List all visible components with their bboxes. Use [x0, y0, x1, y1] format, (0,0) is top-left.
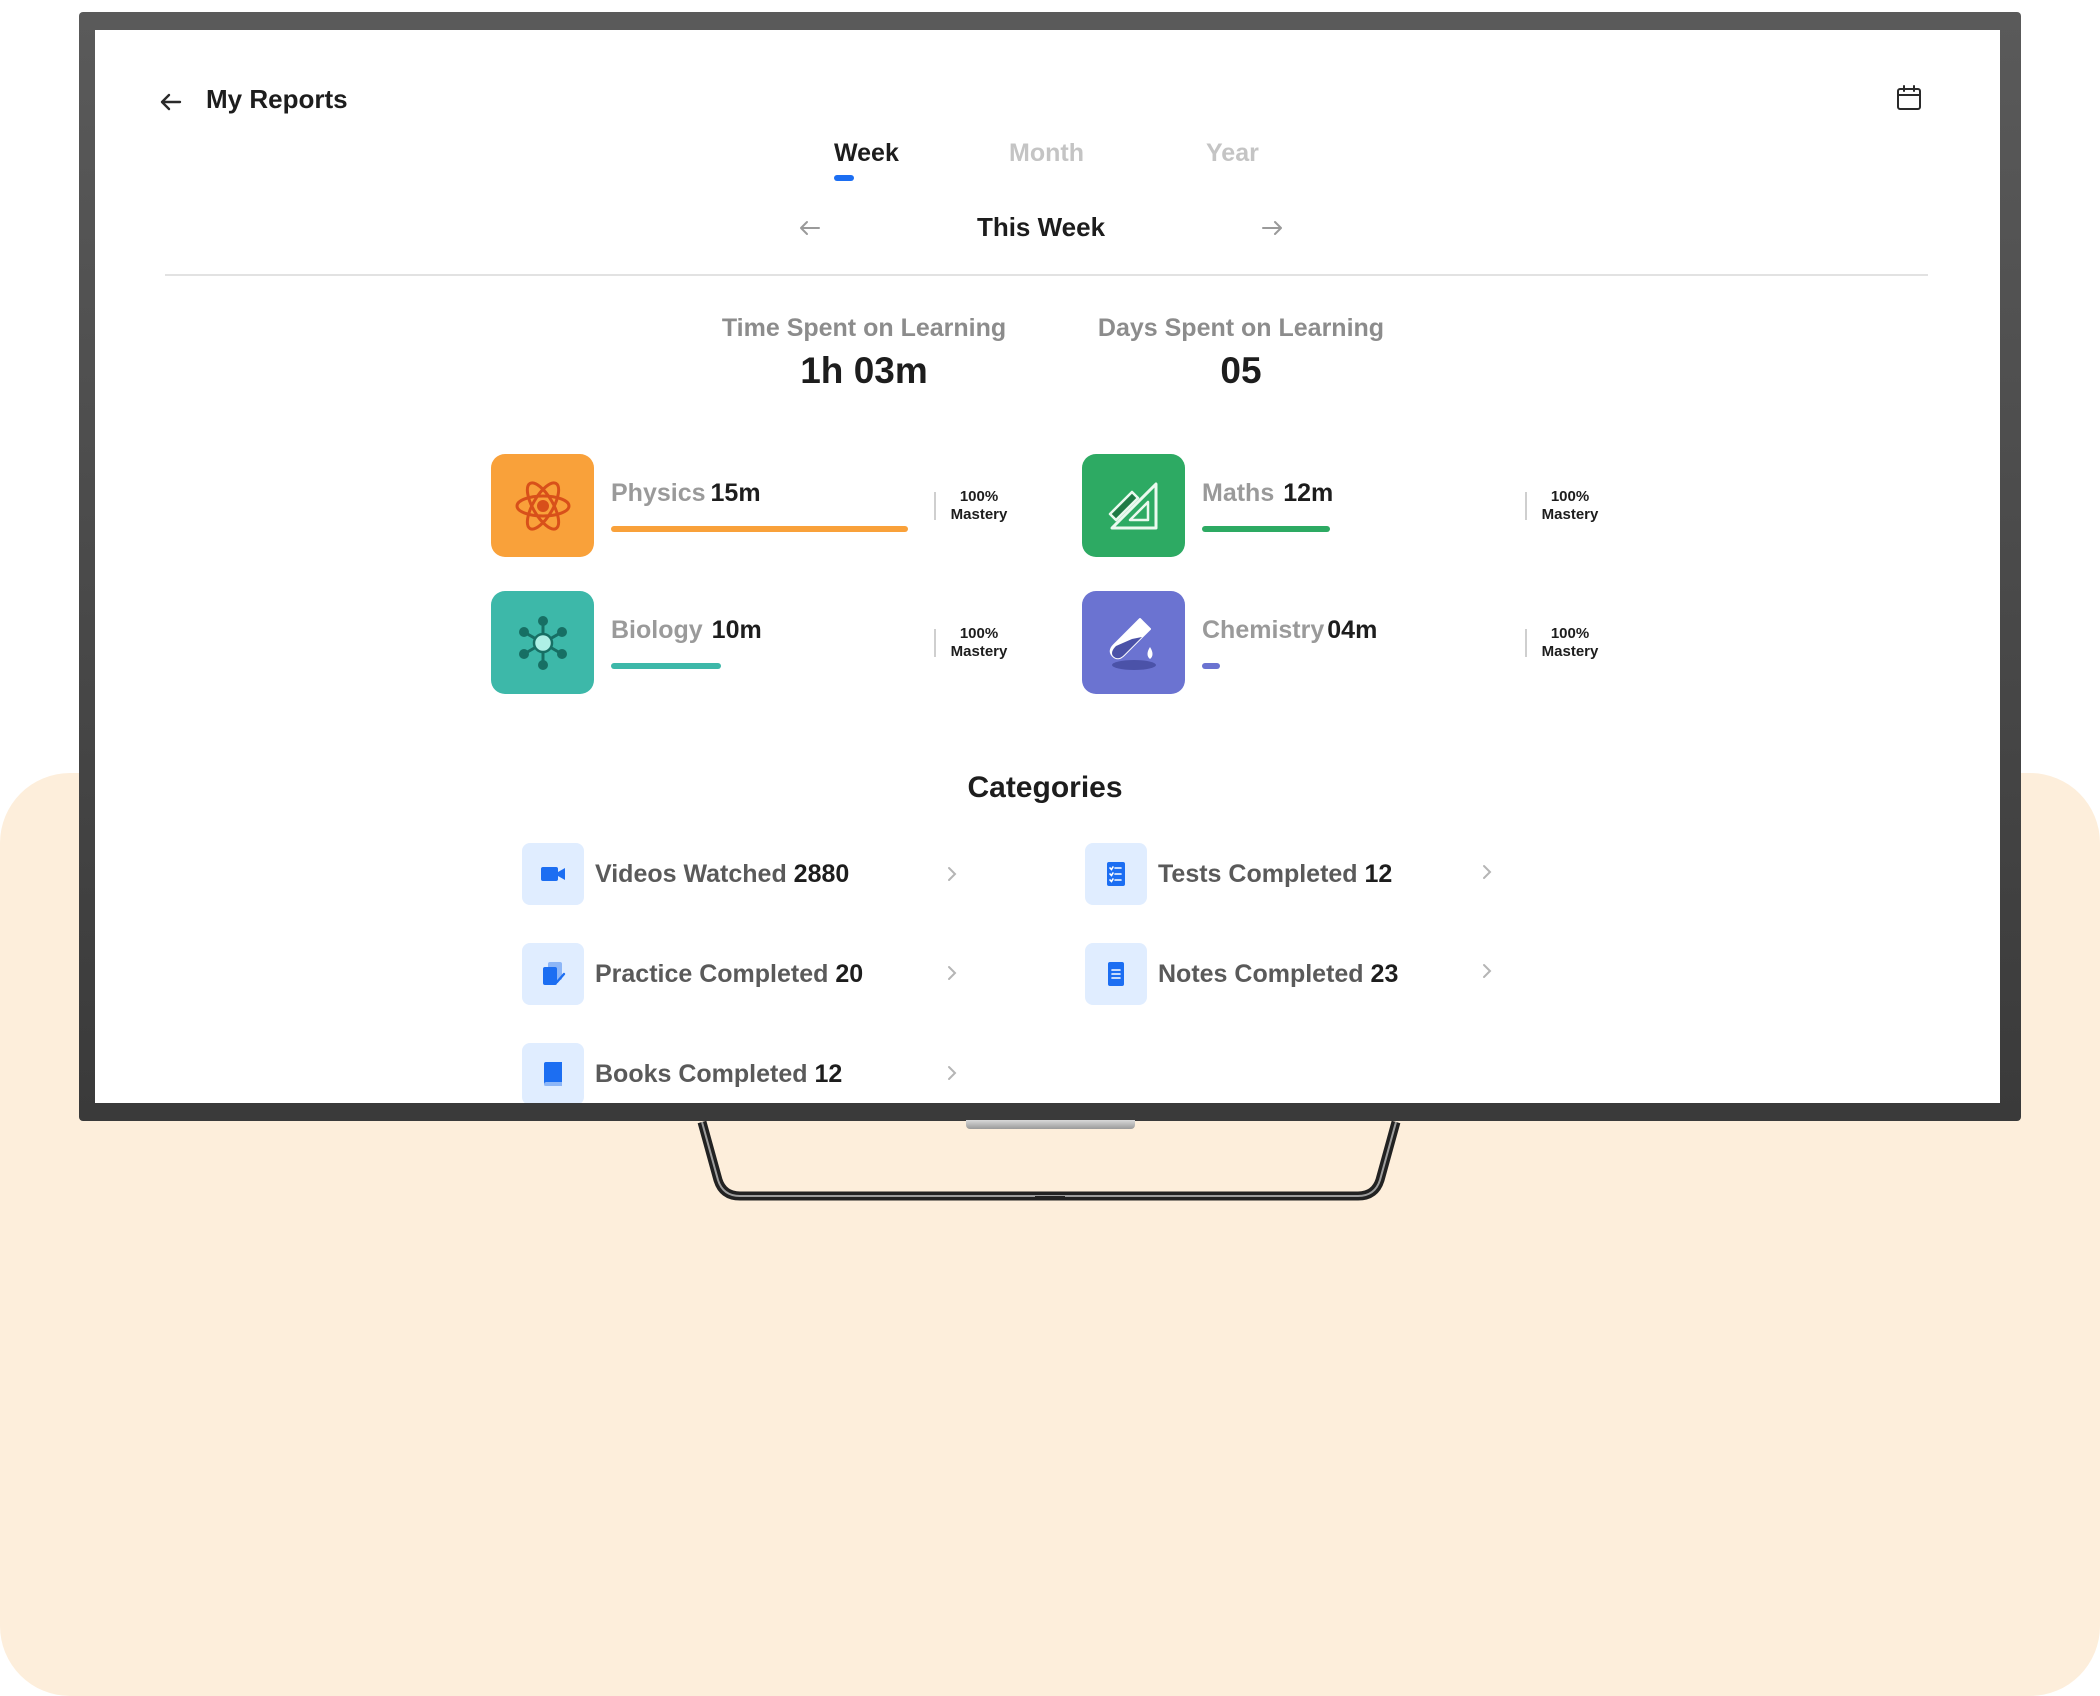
chevron-right-icon[interactable] — [945, 1063, 959, 1083]
video-camera-icon — [541, 867, 565, 881]
period-label: This Week — [976, 212, 1106, 242]
chevron-right-icon[interactable] — [1480, 961, 1494, 981]
category-label: Tests Completed 12 — [1158, 859, 1393, 888]
category-icon-box — [1085, 843, 1147, 905]
tv-stand — [697, 1120, 1401, 1201]
tab-year[interactable]: Year — [1206, 139, 1259, 168]
category-practice-completed[interactable]: Practice Completed 20 — [522, 943, 863, 1005]
category-books-completed[interactable]: Books Completed 12 — [522, 1043, 842, 1103]
category-label: Books Completed 12 — [595, 1059, 843, 1088]
header-divider — [165, 274, 1928, 276]
next-period-arrow-icon[interactable] — [1259, 216, 1285, 240]
checklist-icon — [1107, 862, 1125, 886]
category-label: Notes Completed 23 — [1158, 959, 1399, 988]
chevron-right-icon[interactable] — [1480, 862, 1494, 882]
tab-week[interactable]: Week — [834, 139, 899, 168]
categories-title: Categories — [967, 771, 1123, 804]
test-tube-icon — [1109, 617, 1156, 670]
molecule-icon — [518, 615, 567, 670]
tv-stand-bar — [966, 1120, 1135, 1129]
mastery-label: Mastery — [1541, 506, 1599, 523]
maths-icon-tile[interactable] — [1082, 454, 1185, 557]
days-spent-value: 05 — [1220, 350, 1262, 391]
maths-progress-bar — [1202, 526, 1330, 532]
subject-name: Maths — [1202, 479, 1275, 507]
subject-name: Physics — [611, 479, 706, 507]
mastery-separator — [1525, 629, 1527, 657]
chevron-right-icon[interactable] — [945, 864, 959, 884]
days-spent-label: Days Spent on Learning — [1097, 314, 1385, 342]
note-icon — [1108, 962, 1124, 986]
mastery-value: 100% — [1550, 625, 1590, 642]
biology-mastery: 100% Mastery — [939, 625, 1019, 661]
set-square-icon — [1108, 482, 1157, 529]
chevron-right-icon[interactable] — [945, 963, 959, 983]
category-icon-box — [522, 843, 584, 905]
page-title: My Reports — [206, 84, 348, 114]
category-tests-completed[interactable]: Tests Completed 12 — [1085, 843, 1392, 905]
calendar-icon[interactable] — [1895, 84, 1923, 112]
category-label: Practice Completed 20 — [595, 959, 864, 988]
previous-period-arrow-icon[interactable] — [797, 216, 823, 240]
chemistry-title: Chemistry 04m — [1202, 616, 1377, 645]
active-tab-indicator — [834, 175, 854, 181]
physics-title: Physics 15m — [611, 479, 761, 508]
category-icon-box — [1085, 943, 1147, 1005]
subject-time: 15m — [710, 479, 761, 507]
mastery-separator — [934, 629, 936, 657]
physics-progress-bar — [611, 526, 908, 532]
subject-time: 10m — [711, 616, 762, 644]
tab-month[interactable]: Month — [1009, 139, 1084, 168]
atom-icon — [515, 480, 570, 531]
time-spent-label: Time Spent on Learning — [721, 314, 1007, 342]
mastery-separator — [1525, 492, 1527, 520]
mastery-label: Mastery — [950, 643, 1008, 660]
maths-title: Maths 12m — [1202, 479, 1333, 508]
tv-screen: My Reports Week Month Year This Week Tim… — [95, 30, 2000, 1103]
subject-time: 04m — [1327, 616, 1378, 644]
practice-icon — [543, 962, 566, 985]
mastery-value: 100% — [1550, 488, 1590, 505]
back-arrow-icon[interactable] — [157, 88, 185, 116]
biology-title: Biology 10m — [611, 616, 762, 645]
category-notes-completed[interactable]: Notes Completed 23 — [1085, 943, 1398, 1005]
mastery-separator — [934, 492, 936, 520]
biology-progress-bar — [611, 663, 721, 669]
subject-time: 12m — [1283, 479, 1334, 507]
physics-mastery: 100% Mastery — [939, 488, 1019, 524]
chemistry-icon-tile[interactable] — [1082, 591, 1185, 694]
mastery-value: 100% — [959, 625, 999, 642]
category-icon-box — [522, 943, 584, 1005]
mastery-value: 100% — [959, 488, 999, 505]
chemistry-progress-bar — [1202, 663, 1220, 669]
time-spent-value: 1h 03m — [800, 350, 928, 391]
subject-name: Chemistry — [1202, 616, 1325, 644]
book-icon — [544, 1062, 562, 1086]
biology-icon-tile[interactable] — [491, 591, 594, 694]
category-icon-box — [522, 1043, 584, 1103]
mastery-label: Mastery — [1541, 643, 1599, 660]
subject-name: Biology — [611, 616, 703, 644]
maths-mastery: 100% Mastery — [1530, 488, 1610, 524]
chemistry-mastery: 100% Mastery — [1530, 625, 1610, 661]
category-label: Videos Watched 2880 — [595, 859, 850, 888]
category-videos-watched[interactable]: Videos Watched 2880 — [522, 843, 849, 905]
physics-icon-tile[interactable] — [491, 454, 594, 557]
mastery-label: Mastery — [950, 506, 1008, 523]
